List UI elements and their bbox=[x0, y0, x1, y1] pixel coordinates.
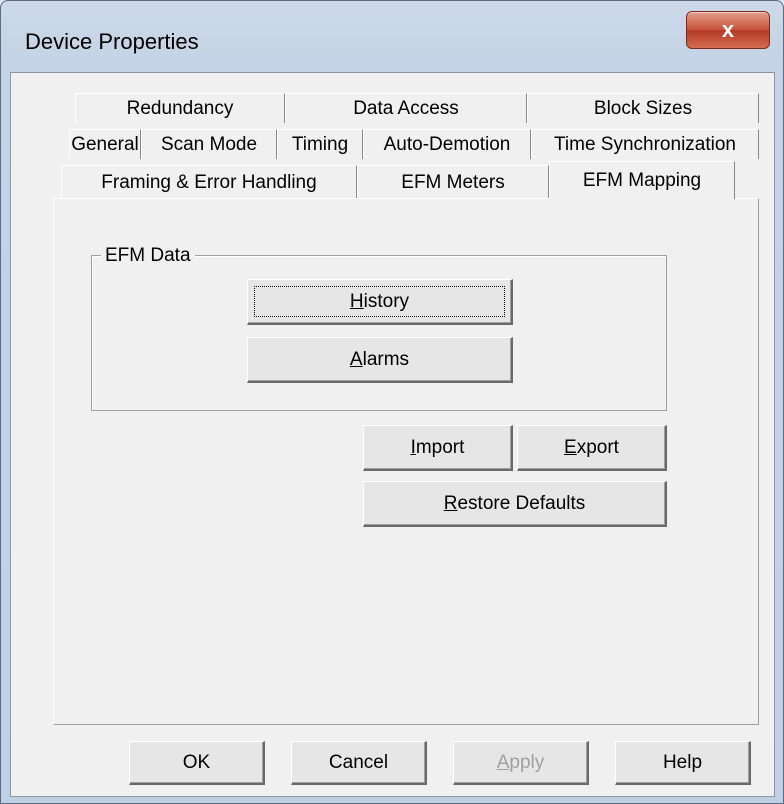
ok-button-label: OK bbox=[182, 751, 211, 773]
tab-scan-mode[interactable]: Scan Mode bbox=[141, 129, 277, 159]
history-button-label: History bbox=[349, 290, 410, 312]
restore-defaults-button-label: Restore Defaults bbox=[443, 492, 586, 514]
import-button[interactable]: Import bbox=[363, 425, 513, 471]
close-icon: x bbox=[721, 17, 735, 42]
apply-button: Apply bbox=[453, 741, 589, 785]
alarms-button-label: Alarms bbox=[349, 348, 410, 370]
tab-auto-demotion[interactable]: Auto-Demotion bbox=[363, 129, 531, 159]
tab-data-access[interactable]: Data Access bbox=[285, 93, 527, 123]
cancel-button-label: Cancel bbox=[328, 751, 389, 773]
help-button-label: Help bbox=[662, 751, 703, 773]
tab-general[interactable]: General bbox=[69, 129, 141, 159]
tab-block-sizes[interactable]: Block Sizes bbox=[527, 93, 759, 123]
restore-defaults-button[interactable]: Restore Defaults bbox=[363, 481, 667, 527]
ok-button[interactable]: OK bbox=[129, 741, 265, 785]
tab-redundancy[interactable]: Redundancy bbox=[75, 93, 285, 123]
tab-time-synchronization[interactable]: Time Synchronization bbox=[531, 129, 759, 159]
device-properties-window: Device Properties x Redundancy Data Acce… bbox=[0, 0, 784, 804]
apply-button-label: Apply bbox=[496, 751, 545, 773]
import-button-label: Import bbox=[410, 436, 465, 458]
help-button[interactable]: Help bbox=[615, 741, 751, 785]
efm-data-group-label: EFM Data bbox=[101, 245, 195, 267]
tab-efm-meters[interactable]: EFM Meters bbox=[357, 165, 549, 199]
tab-framing-error-handling[interactable]: Framing & Error Handling bbox=[61, 165, 357, 199]
export-button[interactable]: Export bbox=[517, 425, 667, 471]
tab-efm-mapping[interactable]: EFM Mapping bbox=[549, 161, 735, 199]
close-button[interactable]: x bbox=[686, 11, 770, 49]
tab-timing[interactable]: Timing bbox=[277, 129, 363, 159]
export-button-label: Export bbox=[564, 436, 619, 458]
history-button[interactable]: History bbox=[247, 279, 513, 325]
cancel-button[interactable]: Cancel bbox=[291, 741, 427, 785]
window-title: Device Properties bbox=[25, 29, 199, 54]
alarms-button[interactable]: Alarms bbox=[247, 337, 513, 383]
